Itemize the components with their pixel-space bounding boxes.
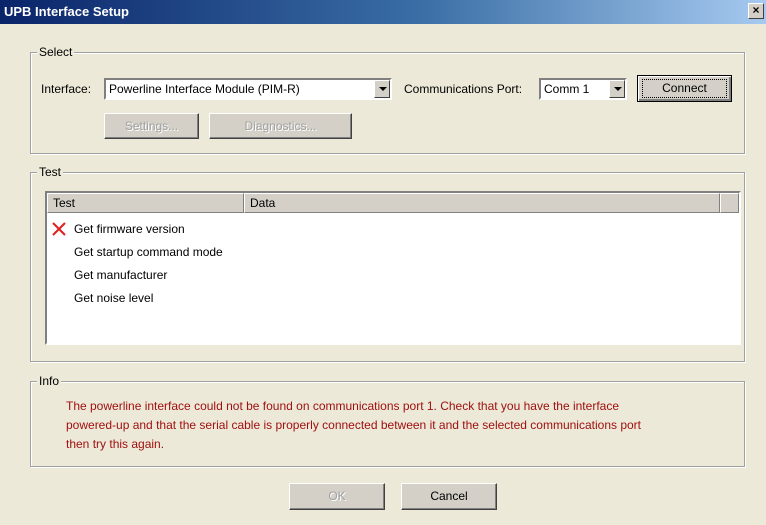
test-row-label: Get noise level xyxy=(74,291,154,305)
test-row-label: Get startup command mode xyxy=(74,245,223,259)
close-button[interactable]: × xyxy=(748,3,764,19)
info-line: The powerline interface could not be fou… xyxy=(66,399,619,413)
test-row-label: Get firmware version xyxy=(74,222,185,236)
chevron-down-icon[interactable] xyxy=(374,80,390,98)
settings-button[interactable]: Settings... xyxy=(104,113,199,139)
connect-button[interactable]: Connect xyxy=(637,75,732,102)
close-icon: × xyxy=(752,3,760,17)
ok-button[interactable]: OK xyxy=(289,483,385,510)
column-header-test[interactable]: Test xyxy=(47,193,244,213)
cancel-button-label: Cancel xyxy=(430,489,468,503)
column-header-filler xyxy=(720,193,739,213)
interface-label: Interface: xyxy=(41,82,92,96)
test-list[interactable]: Test Data Get firmware version Get start… xyxy=(45,191,741,345)
title-bar[interactable]: UPB Interface Setup × xyxy=(0,0,766,24)
column-header-data[interactable]: Data xyxy=(244,193,720,213)
red-x-icon xyxy=(52,222,66,236)
info-message: The powerline interface could not be fou… xyxy=(66,397,726,454)
diagnostics-button[interactable]: Diagnostics... xyxy=(209,113,352,139)
chevron-down-icon[interactable] xyxy=(609,80,625,98)
interface-select[interactable]: Powerline Interface Module (PIM-R) xyxy=(104,78,392,100)
cancel-button[interactable]: Cancel xyxy=(401,483,497,510)
port-label: Communications Port: xyxy=(404,82,523,96)
select-group-legend: Select xyxy=(37,45,75,59)
test-group-legend: Test xyxy=(37,165,64,179)
window-title: UPB Interface Setup xyxy=(4,4,129,19)
interface-select-value: Powerline Interface Module (PIM-R) xyxy=(109,82,300,96)
test-row-label: Get manufacturer xyxy=(74,268,168,282)
info-group-legend: Info xyxy=(37,374,62,388)
ok-button-label: OK xyxy=(328,489,346,503)
settings-button-label: Settings... xyxy=(124,119,179,133)
info-line: then try this again. xyxy=(66,437,165,451)
port-select[interactable]: Comm 1 xyxy=(539,78,627,100)
port-select-value: Comm 1 xyxy=(544,82,590,96)
info-line: powered-up and that the serial cable is … xyxy=(66,418,642,432)
focus-rect xyxy=(642,79,727,98)
diagnostics-button-label: Diagnostics... xyxy=(244,119,317,133)
